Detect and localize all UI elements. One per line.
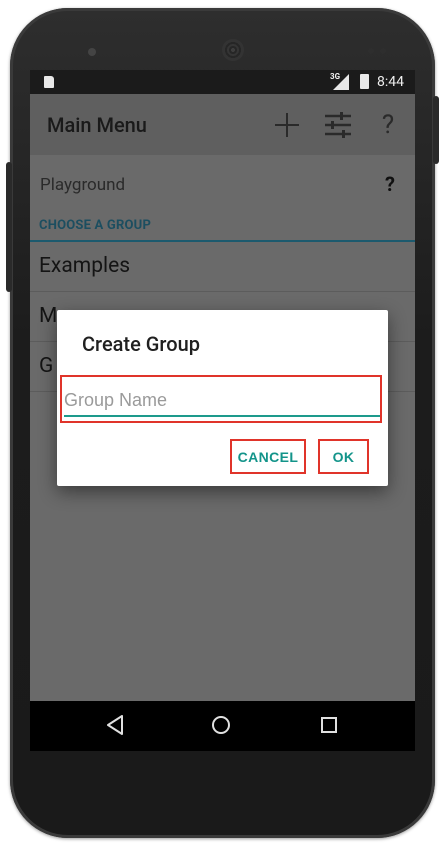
sd-card-icon <box>44 76 54 88</box>
dialog-title: Create Group <box>82 332 200 356</box>
group-name-field-highlight <box>60 375 382 423</box>
tune-icon[interactable] <box>323 110 353 140</box>
front-camera <box>88 48 96 56</box>
clock: 8:44 <box>377 74 404 90</box>
list-item[interactable]: Examples <box>30 242 415 292</box>
volume-button <box>6 162 12 292</box>
list-item-label: G <box>39 354 54 378</box>
playground-label: Playground <box>40 175 126 195</box>
list-item-label: M <box>39 304 58 328</box>
section-header: CHOOSE A GROUP <box>39 218 152 233</box>
playground-help-icon[interactable]: ? <box>385 172 395 196</box>
earpiece-speaker <box>222 39 244 61</box>
playground-row[interactable]: Playground ? <box>30 155 415 215</box>
proximity-sensor <box>368 48 374 54</box>
cancel-button[interactable]: CANCEL <box>230 439 306 474</box>
home-icon[interactable] <box>212 716 230 734</box>
group-name-input[interactable] <box>64 385 380 417</box>
help-icon[interactable]: ? <box>376 110 400 140</box>
list-item-label: Examples <box>39 254 131 278</box>
power-button <box>433 96 439 164</box>
status-bar: 3G 8:44 <box>30 70 415 94</box>
ok-button[interactable]: OK <box>318 439 369 474</box>
navigation-bar <box>30 701 415 751</box>
light-sensor <box>380 48 386 54</box>
plus-icon[interactable] <box>274 110 300 140</box>
page-title: Main Menu <box>47 113 147 137</box>
recents-icon[interactable] <box>321 717 337 733</box>
create-group-dialog: Create Group CANCEL OK <box>57 310 388 486</box>
signal-icon <box>333 74 349 90</box>
app-bar: Main Menu ? <box>30 94 415 155</box>
back-icon[interactable] <box>106 715 124 735</box>
battery-icon <box>360 74 369 89</box>
